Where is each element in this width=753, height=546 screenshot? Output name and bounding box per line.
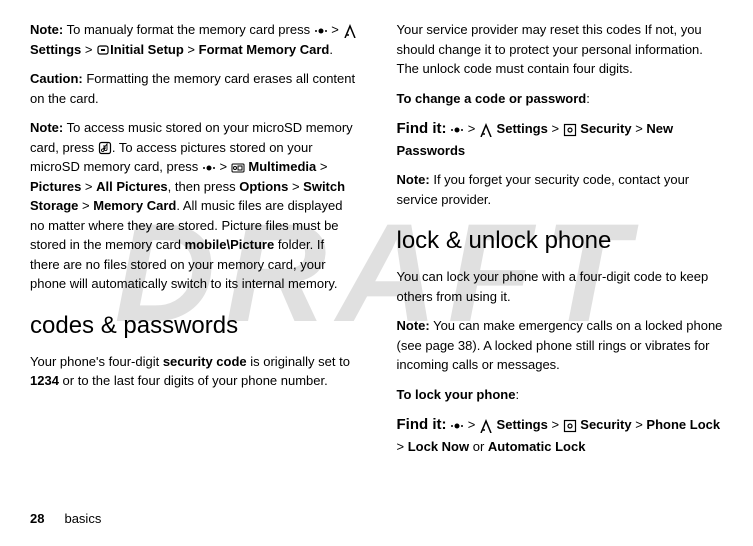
text: Your phone's four-digit xyxy=(30,354,163,369)
text: You can make emergency calls on a locked… xyxy=(397,318,723,372)
code-1234: 1234 xyxy=(30,373,59,388)
note-label: Note: xyxy=(30,120,63,135)
left-column: Note: To manualy format the memory card … xyxy=(30,20,357,466)
automatic-lock-label: Automatic Lock xyxy=(488,439,586,454)
heading-lock-unlock: lock & unlock phone xyxy=(397,223,724,259)
gt: > xyxy=(632,417,647,432)
find-it-label: Find it: xyxy=(397,416,447,433)
heading-codes-passwords: codes & passwords xyxy=(30,308,357,344)
gt: > xyxy=(81,179,96,194)
to-lock-phone-label: To lock your phone xyxy=(397,387,516,402)
or-text: or xyxy=(469,439,488,454)
gt: > xyxy=(464,121,479,136)
music-key-icon xyxy=(98,141,112,155)
find-it-label: Find it: xyxy=(397,120,447,137)
to-lock-phone-line: To lock your phone: xyxy=(397,385,724,405)
text: If you forget your security code, contac… xyxy=(397,172,690,207)
security-icon xyxy=(563,123,577,137)
note-emergency: Note: You can make emergency calls on a … xyxy=(397,316,724,375)
settings-label: Settings xyxy=(30,42,81,57)
gt: > xyxy=(216,159,231,174)
colon: : xyxy=(586,91,590,106)
note-label: Note: xyxy=(397,318,430,333)
period: . xyxy=(329,42,333,57)
center-key-icon xyxy=(450,123,464,137)
center-key-icon xyxy=(450,419,464,433)
security-label: Security xyxy=(577,417,632,432)
security-code-para: Your phone's four-digit security code is… xyxy=(30,352,357,391)
security-icon xyxy=(563,419,577,433)
gt: > xyxy=(81,42,96,57)
note-label: Note: xyxy=(30,22,63,37)
gt: > xyxy=(78,198,93,213)
gt: > xyxy=(328,22,343,37)
right-column: Your service provider may reset this cod… xyxy=(397,20,724,466)
text: To manualy format the memory card press xyxy=(63,22,313,37)
text: , then press xyxy=(168,179,240,194)
settings-icon xyxy=(343,24,357,38)
to-change-code-label: To change a code or password xyxy=(397,91,587,106)
gt: > xyxy=(288,179,303,194)
gt: > xyxy=(548,121,563,136)
lock-phone-intro: You can lock your phone with a four-digi… xyxy=(397,267,724,306)
page-content: Note: To manualy format the memory card … xyxy=(30,20,723,466)
gt: > xyxy=(316,159,327,174)
pictures-label: Pictures xyxy=(30,179,81,194)
security-code-term: security code xyxy=(163,354,247,369)
caution-erase: Caution: Formatting the memory card eras… xyxy=(30,69,357,108)
gt: > xyxy=(464,417,479,432)
settings-icon xyxy=(479,123,493,137)
note-access-music: Note: To access music stored on your mic… xyxy=(30,118,357,294)
settings-label: Settings xyxy=(493,417,548,432)
gt: > xyxy=(548,417,563,432)
section-name: basics xyxy=(64,511,101,526)
page-number: 28 xyxy=(30,511,44,526)
options-label: Options xyxy=(239,179,288,194)
to-change-code-line: To change a code or password: xyxy=(397,89,724,109)
provider-reset-para: Your service provider may reset this cod… xyxy=(397,20,724,79)
center-key-icon xyxy=(202,161,216,175)
page-footer: 28 basics xyxy=(30,509,101,529)
gt: > xyxy=(184,42,199,57)
lock-now-label: Lock Now xyxy=(408,439,469,454)
initial-setup-icon xyxy=(96,43,110,57)
phone-lock-label: Phone Lock xyxy=(646,417,720,432)
caution-label: Caution: xyxy=(30,71,83,86)
center-key-icon xyxy=(314,24,328,38)
gt: > xyxy=(397,439,408,454)
format-memory-card-label: Format Memory Card xyxy=(199,42,330,57)
find-it-new-passwords: Find it: > Settings > Security > New Pas… xyxy=(397,118,724,160)
security-label: Security xyxy=(577,121,632,136)
settings-label: Settings xyxy=(493,121,548,136)
note-label: Note: xyxy=(397,172,430,187)
gt: > xyxy=(632,121,647,136)
text: is originally set to xyxy=(247,354,350,369)
multimedia-label: Multimedia xyxy=(245,159,317,174)
colon: : xyxy=(515,387,519,402)
note-format-card: Note: To manualy format the memory card … xyxy=(30,20,357,59)
text: or to the last four digits of your phone… xyxy=(59,373,328,388)
memory-card-label: Memory Card xyxy=(93,198,176,213)
note-forget-code: Note: If you forget your security code, … xyxy=(397,170,724,209)
find-it-phone-lock: Find it: > Settings > Security > Phone L… xyxy=(397,414,724,456)
mobile-picture-folder: mobile\Picture xyxy=(185,237,275,252)
multimedia-icon xyxy=(231,161,245,175)
settings-icon xyxy=(479,419,493,433)
all-pictures-label: All Pictures xyxy=(96,179,168,194)
initial-setup-label: Initial Setup xyxy=(110,42,184,57)
